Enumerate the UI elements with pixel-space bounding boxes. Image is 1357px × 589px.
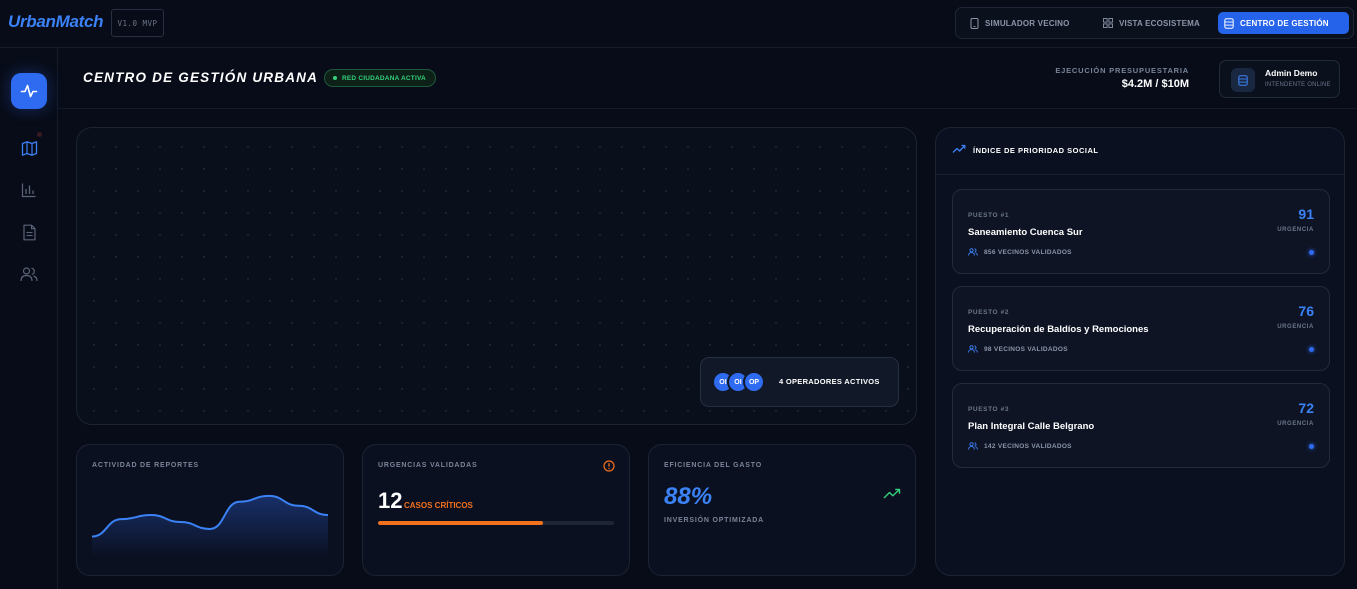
rank-score: 76 [1298,303,1314,319]
mode-button-centro[interactable]: CENTRO DE GESTIÓN [1218,12,1349,34]
budget-value: $4.2M / $10M [1121,78,1189,90]
database-icon [1238,74,1248,86]
priority-item[interactable]: PUESTO #2 Recuperación de Baldíos y Remo… [952,286,1330,371]
page-title: CENTRO DE GESTIÓN URBANA [83,70,319,85]
priority-title: ÍNDICE DE PRIORIDAD SOCIAL [973,146,1099,155]
users-icon [968,345,978,353]
urgencies-progress [378,521,614,525]
efficiency-subtitle: INVERSIÓN OPTIMIZADA [664,517,765,524]
priority-item[interactable]: PUESTO #3 Plan Integral Calle Belgrano 1… [952,383,1330,468]
rank-score-label: URGENCIA [1277,227,1314,233]
activity-card: ACTIVIDAD DE REPORTES [76,444,344,576]
status-badge: RED CIUDADANA ACTIVA [324,69,436,87]
priority-panel: ÍNDICE DE PRIORIDAD SOCIAL PUESTO #1 San… [935,127,1345,576]
user-role: INTENDENTE ONLINE [1265,82,1331,88]
votes-text: 856 VECINOS VALIDADOS [984,248,1072,256]
avatar [1231,68,1255,92]
priority-header: ÍNDICE DE PRIORIDAD SOCIAL [936,128,1344,175]
rank-name: Saneamiento Cuenca Sur [968,227,1083,238]
urgencies-card: URGENCIAS VALIDADAS 12 CASOS CRÍTICOS [362,444,630,576]
operator-avatar: OP [743,371,765,393]
mode-button-ecosistema[interactable]: VISTA ECOSISTEMA [1097,12,1206,34]
map-icon [21,140,37,156]
phone-icon [970,17,979,29]
budget-label: EJECUCIÓN PRESUPUESTARIA [1055,66,1189,75]
card-title: URGENCIAS VALIDADAS [378,462,478,469]
sidebar-item-stats[interactable] [11,172,47,208]
rank-votes: 98 VECINOS VALIDADOS [968,345,1068,353]
rank-score: 91 [1298,206,1314,222]
status-text: RED CIUDADANA ACTIVA [342,74,426,82]
efficiency-card: EFICIENCIA DEL GASTO 88% INVERSIÓN OPTIM… [648,444,916,576]
rank-votes: 142 VECINOS VALIDADOS [968,442,1072,450]
grid-icon [1103,18,1113,28]
user-name: Admin Demo [1265,68,1318,78]
rank-score-label: URGENCIA [1277,421,1314,427]
rank-position: PUESTO #1 [968,212,1010,219]
critical-label: CASOS CRÍTICOS [404,501,473,510]
rank-indicator-dot [1309,347,1314,352]
app-logo[interactable]: UrbanMatch [8,12,104,32]
activity-icon [20,84,38,98]
mode-label: SIMULADOR VECINO [985,18,1070,28]
trending-up-icon [883,488,901,499]
top-bar: UrbanMatch V1.0 MVP SIMULADOR VECINO VIS… [0,0,1357,48]
rank-name: Recuperación de Baldíos y Remociones [968,324,1149,335]
users-icon [20,267,38,282]
mode-label: CENTRO DE GESTIÓN [1240,18,1329,28]
rank-position: PUESTO #3 [968,406,1010,413]
alert-icon [603,460,615,472]
activity-sparkline [92,494,328,557]
users-icon [968,442,978,450]
map-panel[interactable]: OI OI OP 4 OPERADORES ACTIVOS [76,127,917,425]
rank-indicator-dot [1309,444,1314,449]
sidebar-item-users[interactable] [11,256,47,292]
operators-badge[interactable]: OI OI OP 4 OPERADORES ACTIVOS [700,357,899,407]
notification-dot [37,132,42,137]
progress-fill [378,521,544,525]
operators-label: 4 OPERADORES ACTIVOS [779,377,880,386]
sidebar-item-activity[interactable] [11,73,47,109]
card-title: EFICIENCIA DEL GASTO [664,462,762,469]
sidebar-item-map[interactable] [11,130,47,166]
sidebar [0,48,58,589]
page-header: CENTRO DE GESTIÓN URBANA RED CIUDADANA A… [58,48,1357,109]
rank-votes: 856 VECINOS VALIDADOS [968,248,1072,256]
mode-label: VISTA ECOSISTEMA [1119,18,1200,28]
mode-button-simulador[interactable]: SIMULADOR VECINO [964,12,1076,34]
priority-item[interactable]: PUESTO #1 Saneamiento Cuenca Sur 856 VEC… [952,189,1330,274]
version-badge: V1.0 MVP [111,9,164,37]
rank-score: 72 [1298,400,1314,416]
rank-score-label: URGENCIA [1277,324,1314,330]
sidebar-item-reports[interactable] [11,214,47,250]
votes-text: 98 VECINOS VALIDADOS [984,345,1068,353]
efficiency-value: 88% [664,483,713,510]
status-dot [333,76,337,80]
rank-indicator-dot [1309,250,1314,255]
database-icon [1224,17,1234,29]
rank-position: PUESTO #2 [968,309,1010,316]
users-icon [968,248,978,256]
bar-chart-icon [21,183,36,198]
trending-up-icon [952,144,966,153]
document-icon [22,224,36,240]
urgencies-count: 12 [378,488,403,513]
mode-switcher: SIMULADOR VECINO VISTA ECOSISTEMA CENTRO… [955,7,1354,39]
votes-text: 142 VECINOS VALIDADOS [984,442,1072,450]
rank-name: Plan Integral Calle Belgrano [968,421,1095,432]
card-title: ACTIVIDAD DE REPORTES [92,462,200,469]
user-profile[interactable]: Admin Demo INTENDENTE ONLINE [1219,60,1340,98]
